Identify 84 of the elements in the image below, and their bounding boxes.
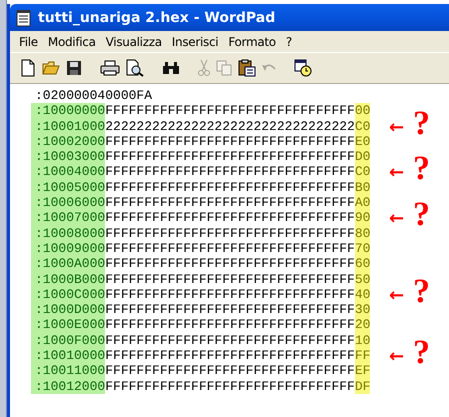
menu-item[interactable]: Formato: [223, 34, 281, 48]
menu-item[interactable]: Modifica: [42, 34, 101, 48]
hex-data: FFFFFFFFFFFFFFFFFFFFFFFFFFFFFFFF: [105, 180, 355, 195]
hex-address: :1000A000: [31, 256, 106, 272]
hex-data: FFFFFFFFFFFFFFFFFFFFFFFFFFFFFFFF: [105, 286, 355, 302]
hex-address: :10007000: [31, 210, 106, 226]
notepad-icon: [16, 8, 32, 26]
hex-address: :10004000: [31, 164, 106, 180]
hex-address: :10006000: [31, 195, 106, 210]
hex-data: FFFFFFFFFFFFFFFFFFFFFFFFFFFFFFFF: [105, 332, 355, 348]
hex-checksum: 70: [354, 240, 370, 256]
hex-checksum: 50: [354, 272, 370, 287]
hex-data: FFFFFFFFFFFFFFFFFFFFFFFFFFFFFFFF: [105, 302, 355, 318]
hex-data: FFFFFFFFFFFFFFFFFFFFFFFFFFFFFFFF: [105, 272, 355, 287]
hex-line: :020000040000FA: [34, 88, 152, 103]
folder-icon[interactable]: [42, 60, 60, 76]
menu-item[interactable]: Visualizza: [100, 34, 167, 48]
hex-address: :10008000: [31, 226, 106, 241]
hex-address: :10012000: [31, 378, 106, 394]
hex-checksum: 80: [354, 226, 370, 241]
arrow-annotation: ←: [389, 211, 404, 228]
question-mark-annotation: ?: [413, 152, 430, 186]
hex-address: :1000C000: [31, 286, 106, 302]
hex-address: :10010000: [31, 348, 106, 364]
hex-data: FFFFFFFFFFFFFFFFFFFFFFFFFFFFFFFF: [105, 210, 355, 226]
clipboard-icon[interactable]: [238, 59, 256, 77]
hex-checksum: E0: [354, 134, 370, 150]
hex-checksum: B0: [354, 180, 370, 196]
hex-checksum: 60: [354, 256, 370, 272]
hex-data: FFFFFFFFFFFFFFFFFFFFFFFFFFFFFFFF: [105, 134, 355, 149]
hex-address: :10003000: [31, 149, 106, 164]
hex-data: 22222222222222222222222222222222: [105, 118, 355, 134]
hex-data: FFFFFFFFFFFFFFFFFFFFFFFFFFFFFFFF: [105, 317, 355, 332]
hex-address: :10002000: [31, 134, 106, 150]
hex-data: FFFFFFFFFFFFFFFFFFFFFFFFFFFFFFFF: [105, 363, 355, 378]
hex-checksum: D0: [354, 149, 370, 164]
question-mark-annotation: ?: [413, 274, 430, 309]
question-mark-annotation: ?: [413, 106, 430, 141]
hex-data: FFFFFFFFFFFFFFFFFFFFFFFFFFFFFFFF: [105, 348, 355, 364]
hex-address: :10011000: [31, 363, 106, 379]
window-title: tutti_unariga 2.hex - WordPad: [38, 10, 276, 26]
hex-data: FFFFFFFFFFFFFFFFFFFFFFFFFFFFFFFF: [105, 164, 355, 180]
hex-address: :10005000: [31, 180, 106, 196]
hex-checksum: C0: [354, 118, 370, 134]
hex-address: :1000E000: [31, 317, 106, 333]
hex-checksum: DF: [354, 378, 370, 394]
hex-data: FFFFFFFFFFFFFFFFFFFFFFFFFFFFFFFF: [105, 195, 355, 210]
hex-data: FFFFFFFFFFFFFFFFFFFFFFFFFFFFFFFF: [105, 240, 355, 256]
hex-address: :10000000: [31, 103, 106, 119]
hex-data: FFFFFFFFFFFFFFFFFFFFFFFFFFFFFFFF: [105, 149, 355, 164]
arrow-annotation: ←: [389, 349, 404, 366]
hex-checksum: C0: [354, 164, 370, 180]
hex-checksum: EF: [354, 363, 370, 379]
hex-checksum: 40: [354, 286, 370, 302]
question-mark-annotation: ?: [413, 198, 430, 232]
hex-address: :10009000: [31, 240, 106, 256]
hex-checksum: 00: [354, 103, 370, 119]
document-area[interactable]: [10, 84, 449, 417]
menu-item[interactable]: File: [14, 34, 43, 48]
hex-address: :1000F000: [31, 332, 106, 348]
arrow-annotation: ←: [389, 288, 404, 304]
menu-item[interactable]: Inserisci: [166, 34, 224, 48]
hex-data: FFFFFFFFFFFFFFFFFFFFFFFFFFFFFFFF: [105, 256, 355, 272]
hex-address: :1000B000: [31, 272, 106, 287]
hex-checksum: 90: [354, 210, 370, 226]
new-document-icon[interactable]: [20, 59, 36, 77]
hex-checksum: FF: [354, 348, 370, 364]
question-mark-annotation: ?: [413, 336, 430, 370]
arrow-annotation: ←: [389, 120, 404, 136]
print-preview-icon[interactable]: [126, 59, 144, 77]
hex-checksum: 30: [354, 302, 370, 318]
printer-icon[interactable]: [100, 60, 120, 76]
binoculars-icon[interactable]: [162, 61, 180, 75]
hex-data: FFFFFFFFFFFFFFFFFFFFFFFFFFFFFFFF: [105, 378, 355, 394]
hex-checksum: 10: [354, 332, 370, 348]
hex-checksum: 20: [354, 317, 370, 333]
hex-checksum: A0: [354, 195, 370, 210]
arrow-annotation: ←: [389, 165, 404, 182]
hex-data: FFFFFFFFFFFFFFFFFFFFFFFFFFFFFFFF: [105, 226, 355, 241]
hex-address: :10001000: [31, 118, 106, 134]
calendar-clock-icon[interactable]: [294, 59, 312, 77]
hex-address: :1000D000: [31, 302, 106, 318]
menu-item[interactable]: ?: [280, 34, 297, 48]
hex-data: FFFFFFFFFFFFFFFFFFFFFFFFFFFFFFFF: [105, 103, 355, 118]
